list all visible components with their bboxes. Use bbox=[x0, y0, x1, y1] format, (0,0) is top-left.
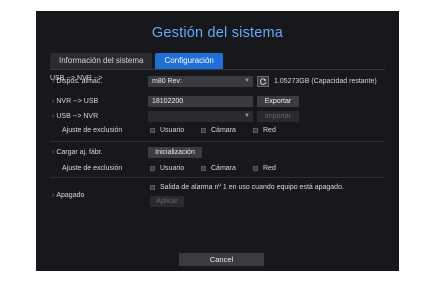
exclusion-label: Ajuste de exclusión bbox=[62, 127, 123, 134]
storage-device-select[interactable]: m80 Rev: ▼ bbox=[148, 76, 253, 87]
shutdown-apply-row: Aplicar bbox=[50, 195, 385, 208]
export-filename-input[interactable]: 18102200 bbox=[148, 96, 253, 107]
import-button[interactable]: Importar bbox=[257, 111, 299, 122]
chevron-down-icon: ▼ bbox=[244, 113, 250, 119]
factory-reset-label: › Cargar aj. fábr. bbox=[52, 149, 103, 156]
section-divider bbox=[50, 177, 385, 178]
refresh-icon bbox=[260, 78, 267, 85]
exclude-network-checkbox[interactable] bbox=[253, 166, 258, 171]
exclude-user-checkbox[interactable] bbox=[150, 128, 155, 133]
export-button[interactable]: Exportar bbox=[257, 96, 299, 107]
exclusion-label: Ajuste de exclusión bbox=[62, 165, 123, 172]
tab-divider bbox=[50, 69, 385, 70]
usb-to-nvr-row: › USB --> NVR ▼ Importar bbox=[50, 110, 385, 123]
exclude-camera-checkbox[interactable] bbox=[201, 166, 206, 171]
storage-row: › Dispos. almac. m80 Rev: ▼ 1.05273GB (Cap… bbox=[50, 75, 385, 88]
storage-capacity: 1.05273GB (Capacidad restante) bbox=[274, 78, 377, 85]
exclude-camera-label: Cámara bbox=[211, 165, 236, 172]
exclude-network-label: Red bbox=[263, 165, 276, 172]
exclude-user-label: Usuario bbox=[160, 165, 185, 172]
chevron-down-icon: ▼ bbox=[244, 78, 250, 84]
exclude-network-label: Red bbox=[263, 127, 276, 134]
exclude-camera-checkbox[interactable] bbox=[201, 128, 206, 133]
storage-label: › Dispos. almac. bbox=[52, 78, 103, 85]
section-divider bbox=[50, 141, 385, 142]
system-management-dialog: Gestión del sistema Información del sist… bbox=[36, 11, 399, 271]
tab-configuration[interactable]: Configuración bbox=[155, 53, 223, 69]
nvr-to-usb-row: › NVR --> USB 18102200 Exportar bbox=[50, 95, 385, 108]
exclude-user-checkbox[interactable] bbox=[150, 166, 155, 171]
nvr-to-usb-label: › NVR --> USB bbox=[52, 98, 99, 105]
exclusion-row-1: Ajuste de exclusión Usuario Cámara Red bbox=[50, 124, 385, 137]
refresh-button[interactable] bbox=[257, 76, 269, 87]
exclusion-row-2: Ajuste de exclusión Usuario Cámara Red bbox=[50, 162, 385, 175]
factory-reset-row: › Cargar aj. fábr. Inicialización bbox=[50, 146, 385, 159]
exclude-network-checkbox[interactable] bbox=[253, 128, 258, 133]
usb-to-nvr-label: › USB --> NVR bbox=[52, 113, 99, 120]
exclude-user-label: Usuario bbox=[160, 127, 185, 134]
tab-system-info[interactable]: Información del sistema bbox=[50, 53, 153, 69]
cancel-button[interactable]: Cancel bbox=[179, 253, 264, 266]
initialize-button[interactable]: Inicialización bbox=[148, 147, 202, 158]
configuration-content: › Dispos. almac. m80 Rev: ▼ 1.05273GB (Cap… bbox=[50, 75, 385, 265]
apply-button[interactable]: Aplicar bbox=[150, 196, 184, 207]
tab-bar: Información del sistema Configuración bbox=[50, 53, 226, 69]
import-file-select[interactable]: ▼ bbox=[148, 111, 253, 122]
exclude-camera-label: Cámara bbox=[211, 127, 236, 134]
dialog-title: Gestión del sistema bbox=[151, 25, 284, 41]
